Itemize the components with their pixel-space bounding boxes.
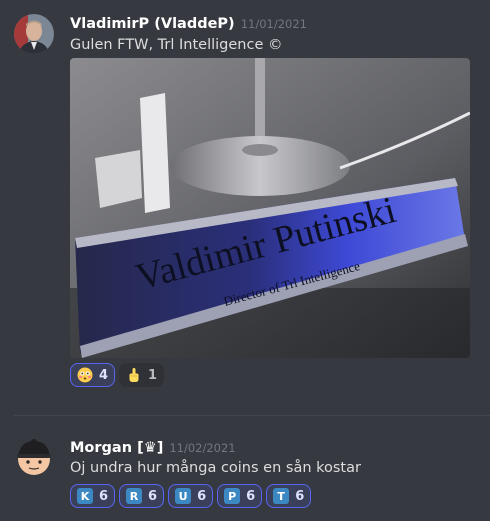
reaction-bar: 4 1 — [70, 363, 165, 387]
reaction-count: 4 — [99, 367, 109, 383]
username[interactable]: VladimirP (VladdeP) — [70, 16, 235, 32]
reaction-count: 6 — [99, 488, 109, 504]
reaction-regional-u[interactable]: U 6 — [168, 484, 214, 508]
message-divider — [14, 415, 490, 416]
timestamp: 11/02/2021 — [169, 441, 236, 455]
regional-indicator-k-icon: K — [77, 488, 93, 504]
reaction-count: 6 — [246, 488, 256, 504]
image-attachment[interactable]: Valdimir Putinski Director of Trl Intell… — [70, 58, 470, 358]
message-2: Morgan [♛] 11/02/2021 Oj undra hur många … — [0, 425, 490, 521]
regional-letter: P — [224, 488, 241, 504]
avatar[interactable] — [14, 14, 54, 54]
reaction-count: 6 — [197, 488, 207, 504]
reaction-count: 1 — [148, 367, 158, 383]
reaction-count: 6 — [295, 488, 305, 504]
username[interactable]: Morgan [♛] — [70, 440, 163, 456]
message-text: Gulen FTW, Trl Intelligence © — [70, 37, 283, 53]
regional-indicator-r-icon: R — [126, 488, 143, 504]
flushed-face-emoji — [77, 367, 93, 383]
regional-indicator-p-icon: P — [224, 488, 241, 504]
middle-finger-emoji — [126, 367, 142, 383]
regional-letter: K — [77, 488, 93, 504]
message-header: VladimirP (VladdeP) 11/01/2021 — [70, 13, 307, 32]
reaction-regional-p[interactable]: P 6 — [217, 484, 263, 508]
message-header: Morgan [♛] 11/02/2021 — [70, 437, 236, 456]
reaction-regional-r[interactable]: R 6 — [119, 484, 165, 508]
reaction-count: 6 — [148, 488, 158, 504]
reaction-middle-finger[interactable]: 1 — [119, 363, 165, 387]
reaction-bar: K 6 R 6 U 6 P 6 T 6 — [70, 484, 312, 508]
regional-indicator-u-icon: U — [175, 488, 192, 504]
message-1: VladimirP (VladdeP) 11/01/2021 Gulen FTW,… — [0, 0, 490, 400]
reaction-regional-k[interactable]: K 6 — [70, 484, 116, 508]
reaction-flushed[interactable]: 4 — [70, 363, 116, 387]
regional-letter: T — [273, 488, 290, 504]
reaction-regional-t[interactable]: T 6 — [266, 484, 312, 508]
regional-indicator-t-icon: T — [273, 488, 290, 504]
regional-letter: U — [175, 488, 192, 504]
avatar[interactable] — [14, 437, 54, 477]
regional-letter: R — [126, 488, 143, 504]
timestamp: 11/01/2021 — [240, 17, 307, 31]
message-text: Oj undra hur många coins en sån kostar — [70, 460, 361, 476]
